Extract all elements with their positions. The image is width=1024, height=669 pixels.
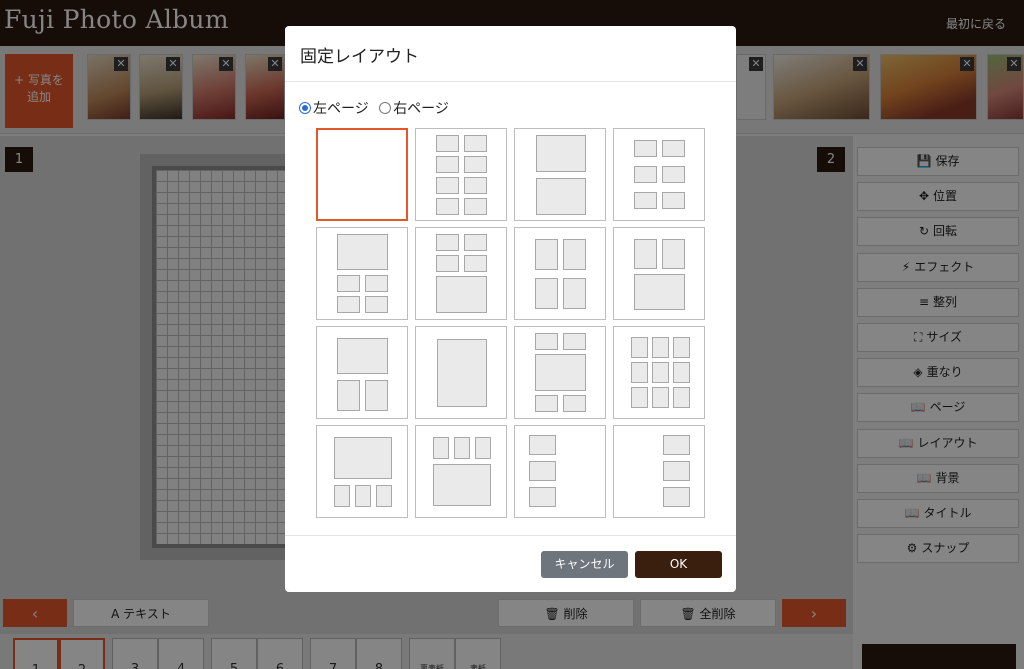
layout-option[interactable] (514, 227, 606, 320)
photo-slot (563, 395, 586, 412)
layout-option[interactable] (514, 326, 606, 419)
photo-slot (634, 239, 657, 269)
photo-slot (436, 156, 459, 173)
radio-checked-icon (299, 102, 311, 114)
photo-slot (433, 437, 449, 459)
photo-slot (536, 178, 586, 215)
photo-slot (464, 255, 487, 272)
photo-slot (475, 437, 491, 459)
photo-slot (464, 156, 487, 173)
divider (285, 81, 736, 82)
photo-slot (535, 239, 558, 270)
photo-slot (663, 461, 690, 481)
radio-unchecked-icon (379, 102, 392, 114)
photo-slot (535, 395, 558, 412)
photo-slot (464, 177, 487, 194)
photo-slot (334, 485, 350, 507)
page-side-radio-group: 左ページ 右ページ (299, 98, 455, 118)
photo-slot (634, 140, 657, 157)
photo-slot (563, 239, 586, 270)
photo-slot (337, 380, 360, 411)
dialog-title: 固定レイアウト (300, 47, 419, 67)
photo-slot (631, 387, 648, 408)
layout-option[interactable] (415, 128, 507, 221)
photo-slot (337, 338, 388, 374)
left-page-radio[interactable]: 左ページ (299, 98, 369, 118)
layout-option[interactable] (514, 128, 606, 221)
photo-slot (673, 387, 690, 408)
layout-option[interactable] (316, 326, 408, 419)
photo-slot (663, 435, 690, 455)
photo-slot (529, 461, 556, 481)
photo-slot (376, 485, 392, 507)
photo-slot (436, 198, 459, 215)
photo-slot (535, 333, 558, 350)
photo-slot (454, 437, 470, 459)
layout-option[interactable] (415, 425, 507, 518)
photo-slot (436, 276, 487, 313)
photo-slot (529, 435, 556, 455)
photo-slot (365, 380, 388, 411)
photo-slot (433, 464, 491, 506)
photo-slot (631, 337, 648, 358)
layout-option[interactable] (613, 425, 705, 518)
photo-slot (634, 192, 657, 209)
photo-slot (365, 296, 388, 313)
photo-slot (563, 278, 586, 309)
layout-option[interactable] (415, 326, 507, 419)
layout-option[interactable] (613, 227, 705, 320)
photo-slot (464, 234, 487, 251)
layout-option[interactable] (316, 425, 408, 518)
photo-slot (337, 296, 360, 313)
photo-slot (673, 337, 690, 358)
photo-slot (437, 339, 487, 407)
photo-slot (337, 234, 388, 270)
photo-slot (436, 177, 459, 194)
photo-slot (436, 255, 459, 272)
photo-slot (563, 333, 586, 350)
divider (285, 535, 736, 536)
photo-slot (662, 140, 685, 157)
radio-label: 左ページ (313, 101, 369, 117)
ok-button[interactable]: OK (635, 551, 722, 578)
photo-slot (337, 275, 360, 292)
layout-option[interactable] (316, 128, 408, 221)
photo-slot (436, 234, 459, 251)
photo-slot (464, 135, 487, 152)
photo-slot (662, 166, 685, 183)
cancel-button[interactable]: キャンセル (541, 551, 628, 578)
layout-option[interactable] (613, 128, 705, 221)
photo-slot (529, 487, 556, 507)
photo-slot (365, 275, 388, 292)
photo-slot (631, 362, 648, 383)
photo-slot (355, 485, 371, 507)
photo-slot (673, 362, 690, 383)
photo-slot (464, 198, 487, 215)
photo-slot (663, 487, 690, 507)
photo-slot (436, 135, 459, 152)
photo-slot (535, 278, 558, 309)
photo-slot (536, 135, 586, 172)
photo-slot (652, 337, 669, 358)
layout-option[interactable] (613, 326, 705, 419)
photo-slot (334, 437, 392, 479)
photo-slot (634, 274, 685, 310)
layout-grid (316, 128, 705, 519)
fixed-layout-dialog: 固定レイアウト 左ページ 右ページ キャンセル OK (285, 26, 736, 592)
radio-label: 右ページ (393, 101, 449, 117)
right-page-radio[interactable]: 右ページ (379, 98, 449, 118)
photo-slot (535, 354, 586, 391)
layout-option[interactable] (415, 227, 507, 320)
photo-slot (652, 362, 669, 383)
photo-slot (662, 192, 685, 209)
photo-slot (652, 387, 669, 408)
layout-option[interactable] (514, 425, 606, 518)
photo-slot (662, 239, 685, 269)
photo-slot (634, 166, 657, 183)
layout-option[interactable] (316, 227, 408, 320)
